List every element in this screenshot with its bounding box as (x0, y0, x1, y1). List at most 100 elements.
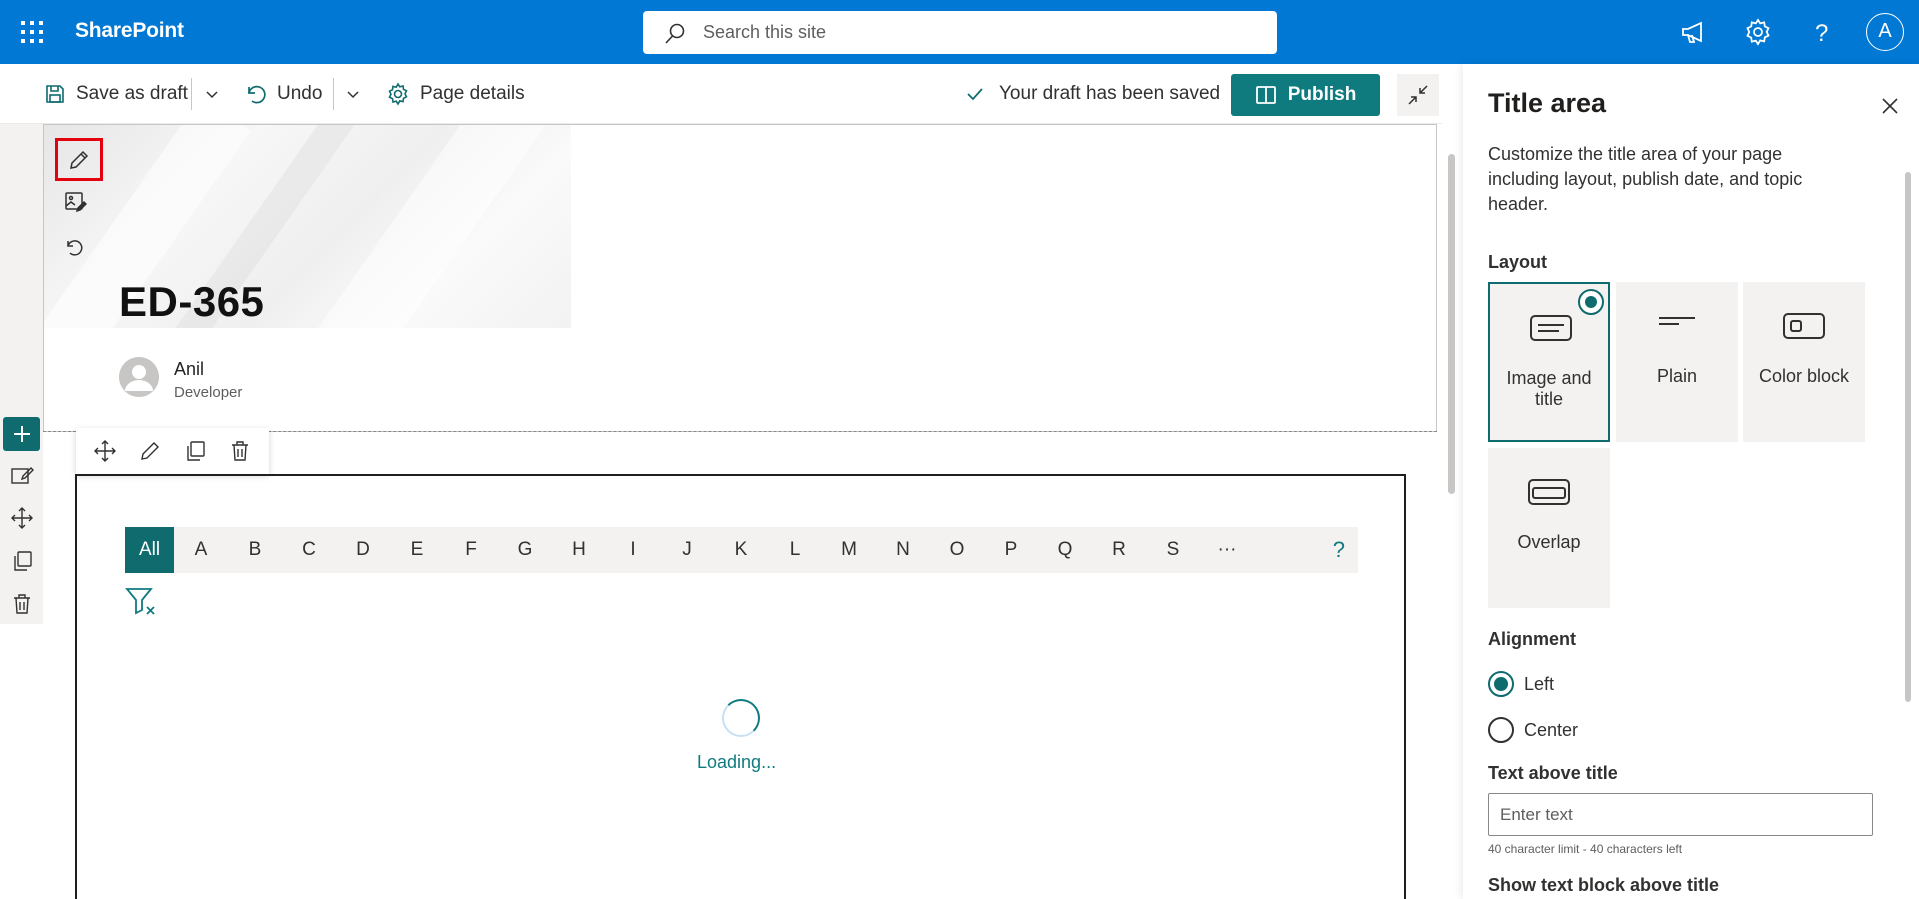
help-icon[interactable]: ? (1806, 16, 1838, 48)
az-item-all[interactable]: All (125, 527, 174, 573)
pencil-icon (70, 150, 89, 169)
alphabet-filter-bar: All A B C D E F G H I J K L M N O P Q R … (125, 527, 1358, 573)
layout-overlap[interactable]: Overlap (1488, 448, 1610, 608)
close-icon[interactable] (1880, 96, 1900, 116)
overlap-icon (1527, 478, 1571, 508)
account-avatar[interactable]: A (1866, 13, 1904, 51)
suite-bar: SharePoint ? A (0, 0, 1919, 64)
trash-icon[interactable] (228, 439, 252, 463)
az-item-j[interactable]: J (660, 527, 714, 573)
collapse-icon (1408, 85, 1428, 105)
divider (333, 78, 334, 110)
az-item-f[interactable]: F (444, 527, 498, 573)
people-directory-webpart[interactable]: All A B C D E F G H I J K L M N O P Q R … (75, 474, 1406, 899)
text-above-title-label: Text above title (1488, 763, 1618, 783)
az-item-l[interactable]: L (768, 527, 822, 573)
undo-options-chevron[interactable] (345, 64, 371, 124)
az-item-n[interactable]: N (876, 527, 930, 573)
az-item-b[interactable]: B (228, 527, 282, 573)
move-icon[interactable] (93, 439, 117, 463)
az-item-d[interactable]: D (336, 527, 390, 573)
layout-plain[interactable]: Plain (1616, 282, 1738, 442)
layout-image-and-title[interactable]: Image and title (1488, 282, 1610, 442)
edit-section-icon[interactable] (10, 464, 34, 488)
alignment-center-radio[interactable]: Center (1488, 717, 1578, 743)
panel-title: Title area (1488, 88, 1607, 118)
gear-icon[interactable] (1742, 16, 1774, 48)
az-item-i[interactable]: I (606, 527, 660, 573)
add-section-button[interactable] (3, 417, 40, 451)
save-icon (46, 85, 64, 103)
loading-spinner (722, 699, 760, 737)
plus-icon (13, 426, 30, 442)
collapse-button[interactable] (1397, 74, 1439, 116)
author-name: Anil (174, 359, 205, 379)
az-item-e[interactable]: E (390, 527, 444, 573)
site-search[interactable] (643, 11, 1277, 54)
az-item-r[interactable]: R (1092, 527, 1146, 573)
layout-color-block[interactable]: Color block (1743, 282, 1865, 442)
canvas-scrollbar[interactable] (1445, 124, 1461, 899)
divider (191, 78, 192, 110)
loading-text: Loading... (697, 752, 777, 772)
az-more-button[interactable]: ··· (1200, 527, 1254, 573)
pencil-icon[interactable] (138, 439, 162, 463)
undo-icon (248, 85, 266, 104)
edit-title-button[interactable] (55, 138, 103, 181)
alignment-left-radio[interactable]: Left (1488, 671, 1554, 697)
az-item-c[interactable]: C (282, 527, 336, 573)
duplicate-icon[interactable] (183, 439, 207, 463)
page-details-label: Page details (420, 83, 525, 104)
chevron-down-icon (206, 91, 218, 99)
save-as-draft-button[interactable]: Save as draft (44, 64, 188, 124)
az-item-q[interactable]: Q (1038, 527, 1092, 573)
image-and-title-icon (1529, 314, 1573, 344)
webpart-toolbar (76, 428, 269, 474)
duplicate-section-icon[interactable] (10, 549, 34, 573)
panel-description: Customize the title area of your page in… (1488, 144, 1803, 214)
az-item-k[interactable]: K (714, 527, 768, 573)
change-image-button[interactable] (54, 182, 96, 222)
app-launcher-icon[interactable] (18, 18, 46, 46)
author-byline[interactable]: Anil Developer (119, 357, 242, 401)
clear-filter-icon[interactable] (125, 586, 157, 616)
az-item-s[interactable]: S (1146, 527, 1200, 573)
title-area[interactable]: ED-365 Anil Developer (43, 124, 1437, 432)
title-area-panel: Title area Customize the title area of y… (1463, 64, 1919, 899)
layout-label-text: Plain (1656, 366, 1698, 386)
az-item-p[interactable]: P (984, 527, 1038, 573)
az-item-o[interactable]: O (930, 527, 984, 573)
publish-button[interactable]: Publish (1231, 74, 1380, 116)
page-details-button[interactable]: Page details (386, 64, 525, 124)
save-options-chevron[interactable] (204, 64, 230, 124)
author-role: Developer (174, 384, 243, 401)
az-item-h[interactable]: H (552, 527, 606, 573)
undo-icon (67, 240, 83, 256)
svg-text:?: ? (1815, 20, 1828, 47)
undo-button[interactable]: Undo (245, 64, 322, 124)
show-text-block-label: Show text block above title (1488, 875, 1720, 895)
search-input[interactable] (703, 11, 1263, 54)
megaphone-icon[interactable] (1678, 16, 1710, 48)
selected-check (1578, 289, 1604, 315)
reset-image-button[interactable] (54, 228, 96, 268)
help-icon[interactable]: ? (1333, 537, 1345, 563)
az-item-m[interactable]: M (822, 527, 876, 573)
layout-label-text: Image and title (1506, 368, 1592, 409)
move-section-icon[interactable] (10, 506, 34, 530)
text-above-title-input[interactable] (1488, 793, 1873, 836)
delete-section-icon[interactable] (10, 592, 34, 616)
layout-label: Layout (1488, 252, 1548, 272)
page-title[interactable]: ED-365 (119, 278, 264, 326)
az-item-a[interactable]: A (174, 527, 228, 573)
app-name[interactable]: SharePoint (75, 19, 184, 43)
panel-scrollbar[interactable] (1905, 172, 1911, 702)
image-edit-icon (65, 192, 87, 213)
book-icon (1255, 86, 1276, 104)
save-as-draft-label: Save as draft (76, 83, 188, 104)
alignment-label: Alignment (1488, 629, 1576, 649)
plain-icon (1655, 312, 1699, 342)
az-item-g[interactable]: G (498, 527, 552, 573)
layout-label-text: Overlap (1517, 532, 1581, 552)
character-limit-hint: 40 character limit - 40 characters left (1488, 842, 1683, 856)
